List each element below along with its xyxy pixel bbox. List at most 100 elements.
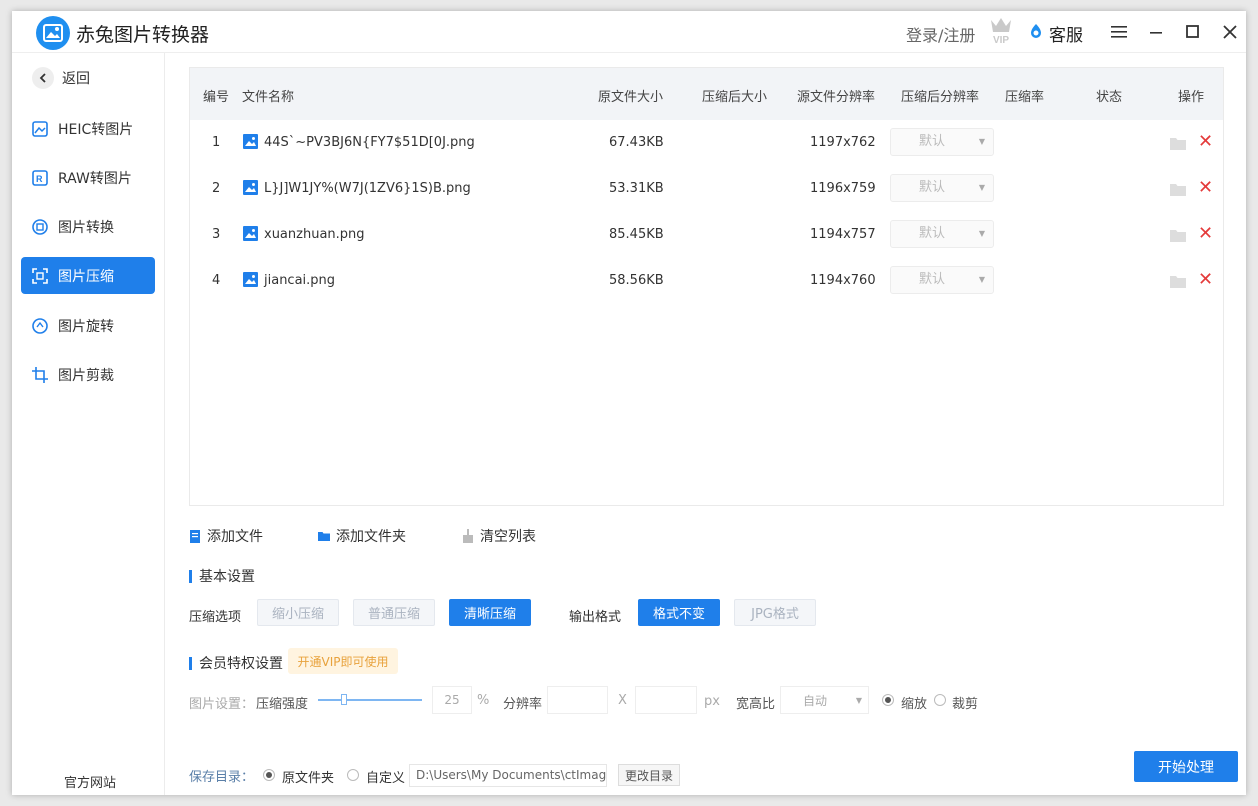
strength-slider-track[interactable] [318,699,422,701]
image-file-icon [243,134,258,149]
file-size: 58.56KB [609,273,664,288]
change-dir-button[interactable]: 更改目录 [618,764,680,786]
folder-icon[interactable] [1170,183,1186,196]
chevron-down-icon: ▼ [978,137,985,146]
table-row[interactable]: 1 44S`~PV3BJ6N{FY7$51D[0J.png 67.43KB 11… [190,120,1223,166]
strength-label: 压缩强度 [256,697,309,712]
compress-option-clear[interactable]: 清晰压缩 [449,599,531,626]
image-file-icon [243,272,258,287]
delete-icon[interactable]: ✕ [1198,225,1213,243]
maximize-icon[interactable] [1182,21,1204,43]
add-folder-button[interactable]: 添加文件夹 [318,526,406,546]
chevron-down-icon: ▼ [978,183,985,192]
table-row[interactable]: 4 jiancai.png 58.56KB 1194x760 默认 ▼ ✕ [190,258,1223,304]
rotate-icon [31,317,49,335]
original-folder-radio[interactable] [263,769,275,781]
output-resolution-select[interactable]: 默认 ▼ [890,174,994,202]
compress-option-small[interactable]: 缩小压缩 [257,599,339,626]
vip-crown-icon[interactable]: VIP [987,16,1015,46]
start-process-button[interactable]: 开始处理 [1134,751,1238,782]
file-resolution: 1194x757 [810,227,876,242]
folder-icon[interactable] [1170,229,1186,242]
px-unit: px [704,694,720,709]
add-file-button[interactable]: 添加文件 [189,526,263,546]
custom-folder-radio[interactable] [347,769,359,781]
menu-icon[interactable] [1108,21,1130,43]
close-icon[interactable] [1219,21,1241,43]
file-name: jiancai.png [264,273,336,288]
sidebar-item-label: HEIC转图片 [58,121,134,138]
compress-option-normal[interactable]: 普通压缩 [353,599,435,626]
delete-icon[interactable]: ✕ [1198,271,1213,289]
sidebar-item-crop[interactable]: 图片剪裁 [21,356,155,393]
row-number: 3 [212,227,221,242]
col-actions: 操作 [1178,90,1205,105]
col-original-size: 原文件大小 [598,90,664,105]
official-site-link[interactable]: 官方网站 [64,772,116,791]
folder-icon[interactable] [1170,137,1186,150]
back-button[interactable]: 返回 [32,67,90,89]
vip-settings-label: 会员特权设置 [199,656,283,672]
scale-radio[interactable] [882,694,894,706]
clear-list-button[interactable]: 清空列表 [462,526,536,546]
login-register-link[interactable]: 登录/注册 [906,22,975,46]
sidebar-item-raw[interactable]: R RAW转图片 [21,159,155,196]
output-resolution-select[interactable]: 默认 ▼ [890,220,994,248]
select-value: 默认 [919,180,946,195]
col-filename: 文件名称 [242,90,295,105]
col-number: 编号 [203,90,230,105]
open-vip-tag[interactable]: 开通VIP即可使用 [288,648,398,674]
output-resolution-select[interactable]: 默认 ▼ [890,266,994,294]
folder-icon[interactable] [1170,275,1186,288]
output-format-label: 输出格式 [569,610,622,625]
strength-input[interactable]: 25 [432,686,472,714]
file-size: 53.31KB [609,181,664,196]
delete-icon[interactable]: ✕ [1198,179,1213,197]
sidebar-item-rotate[interactable]: 图片旋转 [21,307,155,344]
broom-icon [463,529,473,543]
service-link[interactable]: 客服 [1049,21,1083,46]
table-header: 编号 文件名称 原文件大小 压缩后大小 源文件分辨率 压缩后分辨率 压缩率 状态… [190,68,1223,120]
sidebar-item-label: 图片剪裁 [58,367,114,384]
file-resolution: 1194x760 [810,273,876,288]
add-file-label: 添加文件 [207,529,263,545]
row-number: 2 [212,181,221,196]
select-value: 默认 [919,226,946,241]
table-row[interactable]: 3 xuanzhuan.png 85.45KB 1194x757 默认 ▼ ✕ [190,212,1223,258]
file-resolution: 1196x759 [810,181,876,196]
file-name: 44S`~PV3BJ6N{FY7$51D[0J.png [264,135,475,150]
crop-radio[interactable] [934,694,946,706]
format-option-keep[interactable]: 格式不变 [638,599,720,626]
strength-slider-handle[interactable] [341,694,347,705]
file-table: 编号 文件名称 原文件大小 压缩后大小 源文件分辨率 压缩后分辨率 压缩率 状态… [189,67,1224,506]
basic-settings-title: 基本设置 [189,566,255,586]
table-row[interactable]: 2 L}J]W1JY%(W7J(1ZV6}1S)B.png 53.31KB 11… [190,166,1223,212]
aspect-ratio-select[interactable]: 自动 ▼ [780,686,869,714]
col-status: 状态 [1096,90,1123,105]
basic-settings-label: 基本设置 [199,569,255,585]
sidebar-item-convert[interactable]: 图片转换 [21,208,155,245]
col-output-resolution: 压缩后分辨率 [901,90,980,105]
output-resolution-select[interactable]: 默认 ▼ [890,128,994,156]
convert-icon [31,218,49,236]
width-input[interactable] [547,686,608,714]
resolution-label: 分辨率 [503,697,543,712]
app-logo-icon [36,16,70,50]
section-bar [189,656,192,670]
save-path-input[interactable]: D:\Users\My Documents\ctImageC [409,764,607,787]
format-option-jpg[interactable]: JPG格式 [734,599,816,626]
compress-option-label: 压缩选项 [189,610,242,625]
sidebar-item-compress[interactable]: 图片压缩 [21,257,155,294]
save-dir-label: 保存目录： [189,770,255,785]
add-folder-icon [318,532,330,541]
service-icon[interactable] [1028,23,1044,39]
strength-unit: % [477,693,490,708]
file-size: 85.45KB [609,227,664,242]
original-folder-label: 原文件夹 [282,771,335,786]
minimize-icon[interactable] [1146,21,1168,43]
height-input[interactable] [635,686,697,714]
delete-icon[interactable]: ✕ [1198,133,1213,151]
file-resolution: 1197x762 [810,135,876,150]
sidebar-item-heic[interactable]: HEIC转图片 [21,110,155,147]
row-number: 4 [212,273,221,288]
